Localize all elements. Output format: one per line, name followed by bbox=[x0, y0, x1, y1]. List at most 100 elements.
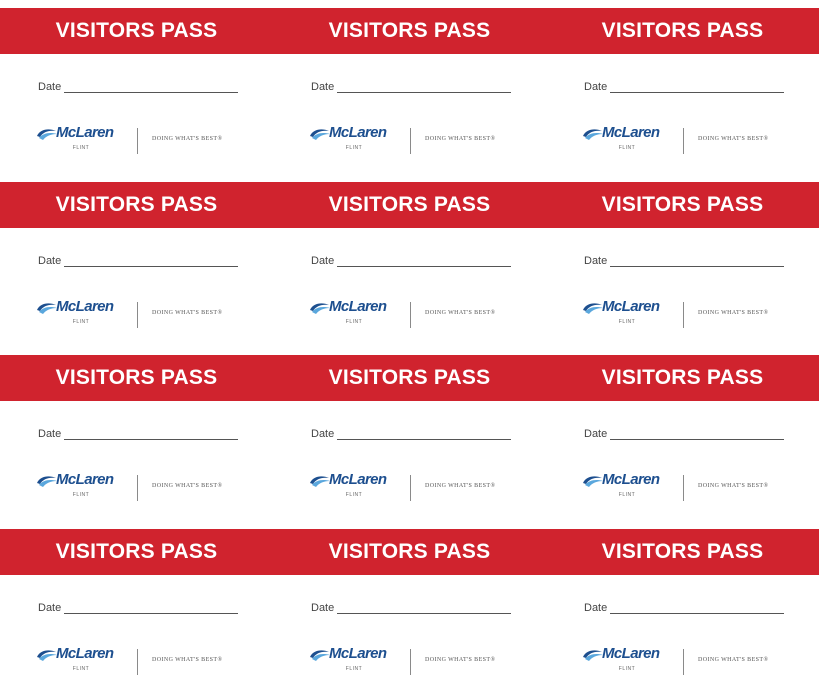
date-blank-line bbox=[64, 80, 239, 93]
visitor-pass: VISITORS PASS Date McLaren FLINT DOING W… bbox=[273, 521, 546, 694]
brand-name: McLaren bbox=[602, 644, 660, 662]
visitor-pass: VISITORS PASS Date McLaren FLINT DOING W… bbox=[0, 0, 273, 174]
logo-divider bbox=[137, 301, 138, 328]
tagline: DOING WHAT'S BEST® bbox=[152, 309, 223, 316]
brand-name: McLaren bbox=[602, 471, 660, 488]
mclaren-logo: McLaren FLINT bbox=[36, 124, 136, 158]
pass-row: VISITORS PASS Date McLaren FLINT DOING W… bbox=[0, 521, 819, 694]
date-label: Date bbox=[311, 81, 335, 93]
date-blank-line bbox=[64, 601, 239, 614]
logo-divider bbox=[410, 128, 411, 154]
brand-name: McLaren bbox=[602, 297, 660, 315]
logo-divider bbox=[137, 648, 138, 675]
brand-location: FLINT bbox=[345, 318, 363, 325]
mclaren-swoosh-icon bbox=[37, 649, 57, 661]
date-field: Date bbox=[584, 601, 785, 614]
brand-location: FLINT bbox=[345, 145, 363, 151]
date-label: Date bbox=[311, 428, 335, 440]
pass-title: VISITORS PASS bbox=[601, 192, 764, 216]
logo-area: McLaren FLINT DOING WHAT'S BEST® bbox=[36, 645, 266, 679]
logo-divider bbox=[683, 648, 684, 675]
visitor-pass: VISITORS PASS Date McLaren FLINT DOING W… bbox=[546, 347, 819, 521]
brand-name: McLaren bbox=[56, 124, 114, 141]
pass-row-cells: VISITORS PASS Date McLaren FLINT DOING W… bbox=[0, 0, 819, 174]
visitor-pass: VISITORS PASS Date McLaren FLINT DOING W… bbox=[546, 174, 819, 348]
logo-divider bbox=[683, 128, 684, 154]
tagline: DOING WHAT'S BEST® bbox=[152, 656, 223, 663]
pass-title: VISITORS PASS bbox=[601, 366, 764, 389]
brand-name: McLaren bbox=[56, 471, 114, 488]
pass-row-cells: VISITORS PASS Date McLaren FLINT DOING W… bbox=[0, 174, 819, 348]
brand-name: McLaren bbox=[602, 124, 660, 141]
mclaren-swoosh-icon bbox=[310, 129, 330, 140]
tagline: DOING WHAT'S BEST® bbox=[425, 656, 496, 663]
tagline: DOING WHAT'S BEST® bbox=[698, 483, 769, 489]
tagline: DOING WHAT'S BEST® bbox=[152, 483, 223, 489]
date-label: Date bbox=[584, 81, 608, 93]
visitor-pass: VISITORS PASS Date McLaren FLINT DOING W… bbox=[0, 174, 273, 348]
pass-title: VISITORS PASS bbox=[328, 192, 491, 216]
brand-name: McLaren bbox=[329, 297, 387, 315]
date-label: Date bbox=[311, 254, 335, 267]
mclaren-swoosh-icon bbox=[37, 302, 57, 314]
mclaren-swoosh-icon bbox=[310, 649, 330, 661]
date-blank-line bbox=[337, 254, 512, 267]
date-blank-line bbox=[610, 254, 785, 267]
tagline: DOING WHAT'S BEST® bbox=[698, 309, 769, 316]
date-field: Date bbox=[584, 254, 785, 267]
logo-area: McLaren FLINT DOING WHAT'S BEST® bbox=[36, 298, 266, 332]
date-label: Date bbox=[311, 601, 335, 614]
pass-row-cells: VISITORS PASS Date McLaren FLINT DOING W… bbox=[0, 521, 819, 694]
visitor-pass: VISITORS PASS Date McLaren FLINT DOING W… bbox=[546, 521, 819, 694]
pass-title: VISITORS PASS bbox=[55, 19, 218, 42]
logo-divider bbox=[410, 475, 411, 501]
brand-name: McLaren bbox=[56, 644, 114, 662]
pass-title: VISITORS PASS bbox=[55, 366, 218, 389]
date-field: Date bbox=[38, 254, 239, 267]
logo-divider bbox=[683, 475, 684, 501]
date-blank-line bbox=[337, 601, 512, 614]
date-field: Date bbox=[38, 601, 239, 614]
mclaren-swoosh-icon bbox=[37, 129, 57, 140]
mclaren-logo: McLaren FLINT bbox=[582, 124, 682, 158]
pass-row: VISITORS PASS Date McLaren FLINT DOING W… bbox=[0, 174, 819, 348]
brand-location: FLINT bbox=[618, 492, 636, 498]
date-blank-line bbox=[64, 254, 239, 267]
date-blank-line bbox=[610, 427, 785, 440]
date-blank-line bbox=[64, 427, 239, 440]
pass-row-cells: VISITORS PASS Date McLaren FLINT DOING W… bbox=[0, 347, 819, 521]
date-label: Date bbox=[584, 428, 608, 440]
date-blank-line bbox=[610, 601, 785, 614]
brand-name: McLaren bbox=[329, 124, 387, 141]
visitor-pass: VISITORS PASS Date McLaren FLINT DOING W… bbox=[546, 0, 819, 174]
tagline: DOING WHAT'S BEST® bbox=[698, 656, 769, 663]
pass-title: VISITORS PASS bbox=[601, 539, 764, 563]
date-blank-line bbox=[337, 427, 512, 440]
logo-area: McLaren FLINT DOING WHAT'S BEST® bbox=[309, 471, 539, 505]
mclaren-swoosh-icon bbox=[37, 476, 57, 487]
tagline: DOING WHAT'S BEST® bbox=[698, 136, 769, 142]
date-label: Date bbox=[38, 428, 62, 440]
logo-area: McLaren FLINT DOING WHAT'S BEST® bbox=[309, 124, 539, 158]
pass-title: VISITORS PASS bbox=[55, 539, 218, 563]
mclaren-logo: McLaren FLINT bbox=[36, 298, 136, 332]
brand-location: FLINT bbox=[618, 318, 636, 325]
logo-area: McLaren FLINT DOING WHAT'S BEST® bbox=[309, 298, 539, 332]
date-field: Date bbox=[311, 601, 512, 614]
logo-area: McLaren FLINT DOING WHAT'S BEST® bbox=[582, 124, 812, 158]
tagline: DOING WHAT'S BEST® bbox=[425, 483, 496, 489]
brand-location: FLINT bbox=[345, 492, 363, 498]
date-field: Date bbox=[38, 80, 239, 93]
brand-location: FLINT bbox=[72, 665, 90, 672]
mclaren-logo: McLaren FLINT bbox=[36, 645, 136, 679]
visitor-pass: VISITORS PASS Date McLaren FLINT DOING W… bbox=[273, 174, 546, 348]
date-label: Date bbox=[38, 601, 62, 614]
pass-title: VISITORS PASS bbox=[328, 539, 491, 563]
logo-area: McLaren FLINT DOING WHAT'S BEST® bbox=[582, 645, 812, 679]
date-field: Date bbox=[311, 80, 512, 93]
mclaren-logo: McLaren FLINT bbox=[582, 471, 682, 505]
mclaren-logo: McLaren FLINT bbox=[309, 298, 409, 332]
date-field: Date bbox=[38, 427, 239, 440]
date-label: Date bbox=[38, 254, 62, 267]
mclaren-logo: McLaren FLINT bbox=[582, 645, 682, 679]
